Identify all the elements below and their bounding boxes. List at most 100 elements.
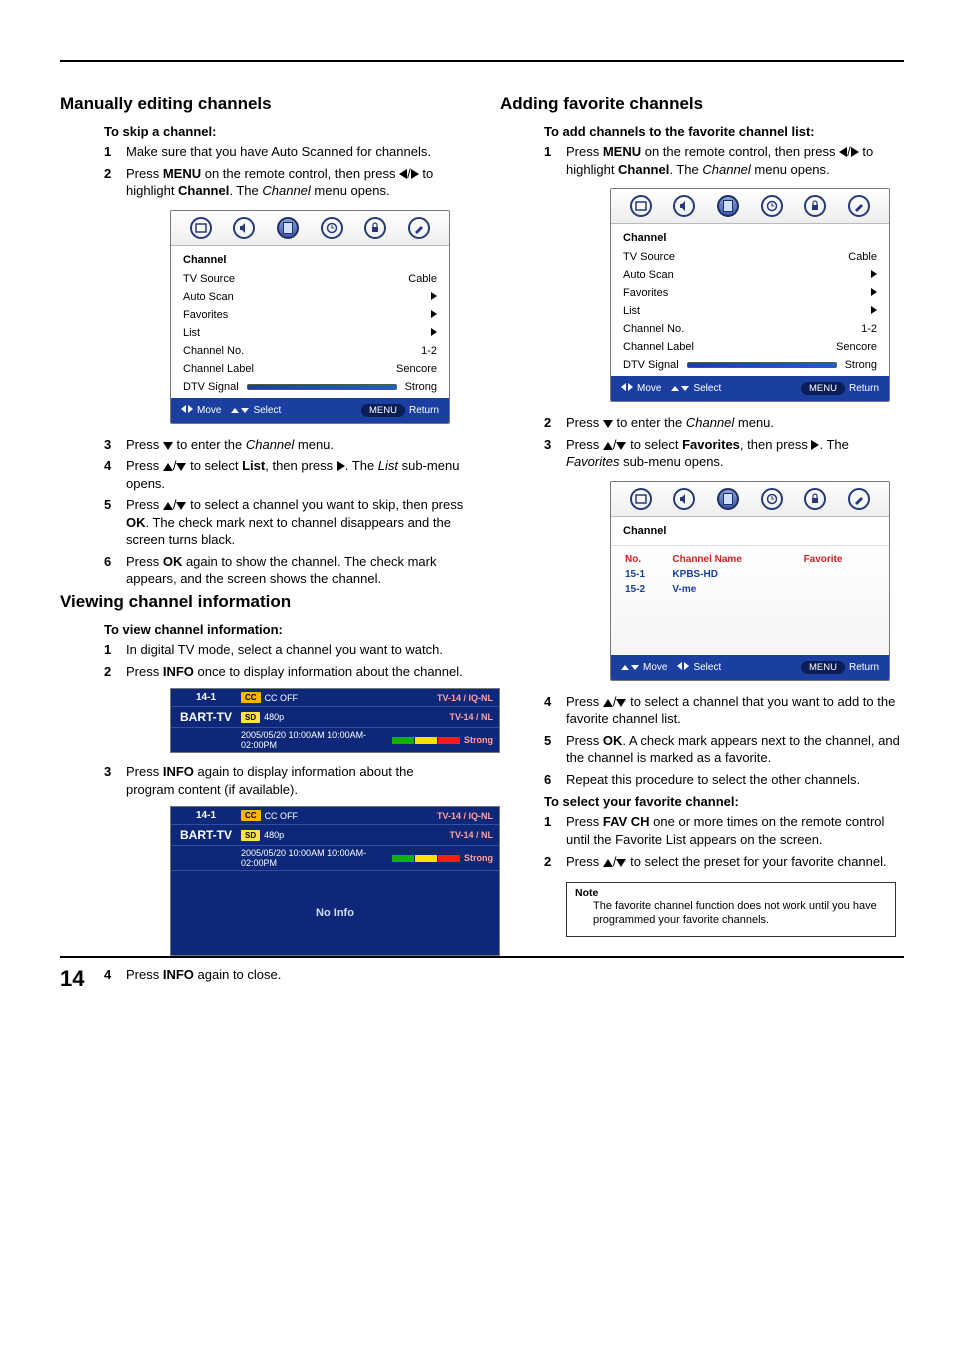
osd-row-label: TV Source bbox=[623, 251, 675, 263]
osd-row-label: Auto Scan bbox=[623, 269, 674, 281]
time-tab-icon bbox=[761, 488, 783, 510]
signal-bar bbox=[247, 384, 397, 390]
step: 5Press / to select a channel you want to… bbox=[104, 496, 464, 549]
steps-manual: 1Make sure that you have Auto Scanned fo… bbox=[104, 143, 464, 588]
osd-row: Favorites bbox=[183, 306, 437, 324]
lock-tab-icon bbox=[804, 195, 826, 217]
osd-row-label: DTV Signal bbox=[623, 359, 679, 371]
signal-text: Strong bbox=[464, 735, 493, 745]
cc-state: CC OFF bbox=[265, 693, 299, 703]
step: 6Repeat this procedure to select the oth… bbox=[544, 771, 904, 789]
step: 2Press MENU on the remote control, then … bbox=[104, 165, 464, 200]
triangle-up-icon bbox=[163, 502, 173, 510]
time-tab-icon bbox=[321, 217, 343, 239]
osd-body: Channel bbox=[611, 517, 889, 545]
triangle-down-icon bbox=[163, 442, 173, 450]
osd-row-value: Cable bbox=[408, 273, 437, 285]
osd-favorites-menu: Channel No.Channel NameFavorite 15-1KPBS… bbox=[610, 481, 890, 681]
banner-channel-no: 14-1 bbox=[171, 807, 241, 824]
arrows-ud-icon bbox=[671, 383, 689, 394]
triangle-down-icon bbox=[176, 463, 186, 471]
step: 1Press MENU on the remote control, then … bbox=[544, 143, 904, 178]
rating-2: TV-14 / NL bbox=[443, 710, 499, 724]
osd-row-label: List bbox=[623, 305, 640, 317]
heading-manual-edit: Manually editing channels bbox=[60, 94, 464, 114]
osd-row-label: Favorites bbox=[183, 309, 228, 321]
note-box: Note The favorite channel function does … bbox=[566, 882, 896, 937]
fav-row: 15-2V-me bbox=[621, 582, 879, 597]
osd-footer: Move Select MENUReturn bbox=[611, 655, 889, 680]
signal-bar bbox=[687, 362, 837, 368]
osd-title: Channel bbox=[623, 525, 877, 537]
footer-move: Move bbox=[637, 383, 661, 394]
footer-return: Return bbox=[849, 662, 879, 673]
chevron-right-icon bbox=[431, 309, 437, 321]
triangle-down-icon bbox=[616, 859, 626, 867]
left-column: Manually editing channels To skip a chan… bbox=[60, 90, 464, 988]
osd-row: DTV Signal Strong bbox=[623, 356, 877, 374]
footer-select: Select bbox=[253, 405, 281, 416]
arrows-lr-icon bbox=[677, 662, 689, 673]
subhead-skip: To skip a channel: bbox=[104, 124, 464, 139]
osd-row: List bbox=[623, 302, 877, 320]
triangle-down-icon bbox=[616, 442, 626, 450]
page-number: 14 bbox=[60, 966, 84, 992]
osd-row-label: List bbox=[183, 327, 200, 339]
osd-row: Auto Scan bbox=[623, 266, 877, 284]
osd-tabbar bbox=[611, 189, 889, 224]
setup-tab-icon bbox=[848, 488, 870, 510]
header-rule bbox=[60, 60, 904, 62]
resolution: 480p bbox=[264, 712, 284, 722]
subhead-select: To select your favorite channel: bbox=[544, 794, 904, 809]
cc-badge: CC bbox=[241, 692, 261, 703]
cc-state: CC OFF bbox=[265, 811, 299, 821]
step: 4Press / to select List, then press . Th… bbox=[104, 457, 464, 492]
osd-row: Channel Label Sencore bbox=[623, 338, 877, 356]
step: 2Press / to select the preset for your f… bbox=[544, 853, 904, 871]
osd-row: Auto Scan bbox=[183, 288, 437, 306]
osd-row-value: Sencore bbox=[396, 363, 437, 375]
osd-row-label: TV Source bbox=[183, 273, 235, 285]
no-info-panel: No Info bbox=[171, 871, 499, 955]
arrows-ud-icon bbox=[621, 662, 639, 673]
footer-return: Return bbox=[849, 383, 879, 394]
arrows-ud-icon bbox=[231, 405, 249, 416]
footer-return: Return bbox=[409, 405, 439, 416]
banner-time: 2005/05/20 10:00AM 10:00AM-02:00PM bbox=[241, 848, 388, 868]
triangle-down-icon bbox=[603, 420, 613, 428]
step: 4Press INFO again to close. bbox=[104, 966, 464, 984]
footer-rule bbox=[60, 956, 904, 958]
menu-pill: MENU bbox=[361, 404, 405, 417]
subhead-add: To add channels to the favorite channel … bbox=[544, 124, 904, 139]
heading-view-info: Viewing channel information bbox=[60, 592, 464, 612]
osd-row-value: Strong bbox=[845, 359, 877, 371]
audio-tab-icon bbox=[673, 195, 695, 217]
osd-footer: Move Select MENUReturn bbox=[171, 398, 449, 423]
chevron-right-icon bbox=[871, 287, 877, 299]
lock-tab-icon bbox=[364, 217, 386, 239]
step: 3Press INFO again to display information… bbox=[104, 763, 464, 798]
osd-row-value: 1-2 bbox=[421, 345, 437, 357]
triangle-right-icon bbox=[337, 461, 345, 471]
triangle-left-icon bbox=[399, 169, 407, 179]
signal-bars-icon bbox=[392, 855, 460, 862]
chevron-right-icon bbox=[871, 305, 877, 317]
fav-row: 15-1KPBS-HD bbox=[621, 567, 879, 582]
channel-tab-icon bbox=[717, 488, 739, 510]
osd-row: Channel No. 1-2 bbox=[623, 320, 877, 338]
picture-tab-icon bbox=[630, 488, 652, 510]
osd-footer: Move Select MENUReturn bbox=[611, 376, 889, 401]
step: 3Press / to select Favorites, then press… bbox=[544, 436, 904, 471]
triangle-down-icon bbox=[176, 502, 186, 510]
osd-row-label: DTV Signal bbox=[183, 381, 239, 393]
osd-row: Channel Label Sencore bbox=[183, 360, 437, 378]
osd-row-label: Channel Label bbox=[623, 341, 694, 353]
osd-row: TV Source Cable bbox=[183, 270, 437, 288]
step: 3Press to enter the Channel menu. bbox=[104, 436, 464, 454]
step: 1Make sure that you have Auto Scanned fo… bbox=[104, 143, 464, 161]
note-title: Note bbox=[575, 887, 887, 899]
osd-title: Channel bbox=[623, 232, 877, 244]
osd-row-label: Channel Label bbox=[183, 363, 254, 375]
banner-channel-name: BART-TV bbox=[171, 707, 241, 727]
banner-channel-no: 14-1 bbox=[171, 689, 241, 706]
